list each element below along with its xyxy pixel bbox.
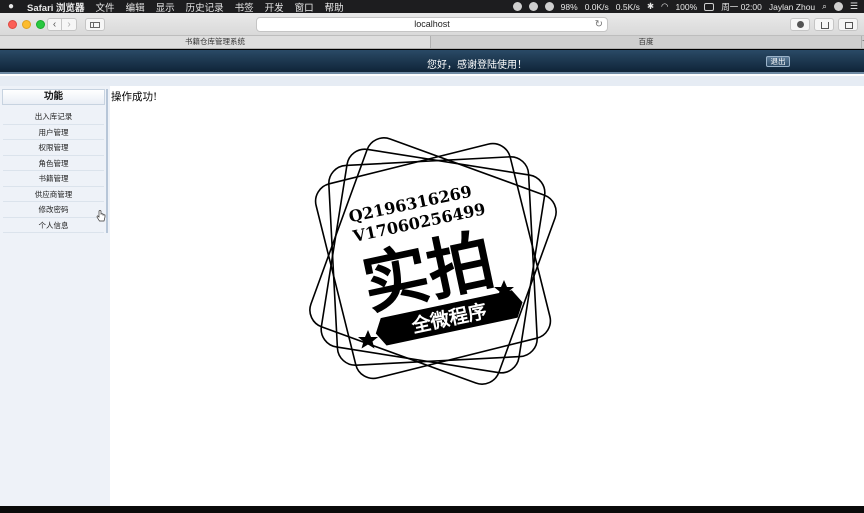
logout-button[interactable]: 退出 [766, 56, 790, 67]
screen-bottom-edge [0, 506, 864, 513]
main-content: 操作成功! Q2196316269 V17060256499 实拍 全微程序 [110, 86, 864, 506]
user-name[interactable]: Jaylan Zhou [769, 2, 815, 12]
browser-toolbar: ‹ › localhost ↻ [0, 13, 864, 36]
menu-history[interactable]: 历史记录 [186, 0, 224, 14]
menu-edit[interactable]: 编辑 [126, 0, 145, 14]
nav-buttons: ‹ › [47, 18, 77, 31]
hand-cursor-icon [96, 210, 106, 222]
clock[interactable]: 周一 02:00 [721, 1, 762, 13]
toolbar-right [790, 18, 858, 31]
operation-success-message: 操作成功! [111, 91, 158, 103]
fullscreen-window-button[interactable] [36, 20, 45, 29]
share-button[interactable] [814, 18, 834, 31]
tab-bar: 书籍仓库管理系统 百度 + [0, 36, 864, 49]
sidebar-item-stock-records[interactable]: 出入库记录 [3, 109, 104, 125]
menu-help[interactable]: 帮助 [325, 0, 344, 14]
bluetooth-icon[interactable]: ✱ [647, 1, 654, 12]
sidebar-icon [90, 22, 100, 28]
wifi-icon[interactable]: ◠ [661, 1, 668, 12]
apple-icon[interactable]: ● [6, 1, 16, 12]
sidebar-list: 出入库记录 用户管理 权限管理 角色管理 书籍管理 供应商管理 修改密码 个人信… [1, 109, 106, 233]
sidebar-item-personal-info[interactable]: 个人信息 [3, 218, 104, 233]
minimize-window-button[interactable] [22, 20, 31, 29]
sidebar-title: 功能 [2, 89, 105, 105]
sidebar-item-book-management[interactable]: 书籍管理 [3, 171, 104, 187]
address-text: localhost [414, 19, 450, 29]
sidebar-item-permission-management[interactable]: 权限管理 [3, 140, 104, 156]
siri-icon[interactable] [833, 2, 843, 11]
sidebar-item-change-password[interactable]: 修改密码 [3, 202, 104, 218]
sidebar-item-user-management[interactable]: 用户管理 [3, 125, 104, 140]
wechat-icon[interactable] [528, 2, 538, 11]
watermark-stamp: Q2196316269 V17060256499 实拍 全微程序 [309, 137, 557, 385]
menu-window[interactable]: 窗口 [295, 0, 314, 14]
downloads-button[interactable] [790, 18, 810, 31]
reload-icon[interactable]: ↻ [595, 18, 603, 31]
battery-left-status[interactable]: 98% [561, 2, 578, 12]
mac-menu-bar: ● Safari 浏览器 文件 编辑 显示 历史记录 书签 开发 窗口 帮助 9… [0, 0, 864, 14]
menu-bookmarks[interactable]: 书签 [235, 0, 254, 14]
battery-icon[interactable] [704, 2, 715, 11]
chevron-left-icon: ‹ [52, 19, 57, 30]
menu-file[interactable]: 文件 [96, 0, 115, 14]
address-bar[interactable]: localhost ↻ [256, 17, 608, 32]
back-button[interactable]: ‹ [47, 18, 62, 31]
sidebar: 功能 出入库记录 用户管理 权限管理 角色管理 书籍管理 供应商管理 修改密码 … [0, 86, 110, 506]
spotlight-icon[interactable]: ⌕ [822, 1, 827, 12]
record-icon[interactable] [512, 2, 522, 11]
notification-center-icon[interactable]: ☰ [850, 1, 858, 12]
header-subbar [0, 76, 864, 86]
network-down: 0.5K/s [615, 1, 640, 12]
show-tabs-button[interactable] [838, 18, 858, 31]
sidebar-item-role-management[interactable]: 角色管理 [3, 156, 104, 171]
welcome-message: 您好，感谢登陆使用！ [427, 60, 527, 71]
battery-status[interactable]: 100% [675, 2, 697, 12]
network-up: 0.0K/s [584, 1, 609, 12]
forward-button[interactable]: › [62, 18, 77, 31]
sidebar-item-supplier-management[interactable]: 供应商管理 [3, 187, 104, 202]
chevron-right-icon: › [67, 19, 71, 30]
tab-baidu[interactable]: 百度 [431, 36, 862, 48]
sidebar-menu: 功能 出入库记录 用户管理 权限管理 角色管理 书籍管理 供应商管理 修改密码 … [1, 89, 108, 233]
close-window-button[interactable] [8, 20, 17, 29]
web-page: 您好，感谢登陆使用！ 退出 功能 出入库记录 用户管理 权限管理 角色管理 书籍… [0, 50, 864, 506]
qq-icon[interactable] [544, 2, 554, 11]
tab-book-warehouse[interactable]: 书籍仓库管理系统 [0, 36, 431, 48]
menu-view[interactable]: 显示 [156, 0, 175, 14]
menu-develop[interactable]: 开发 [265, 0, 284, 14]
menu-app-name[interactable]: Safari 浏览器 [27, 0, 85, 14]
sidebar-toggle-button[interactable] [85, 18, 105, 31]
window-controls [8, 20, 45, 29]
page-header: 您好，感谢登陆使用！ 退出 [0, 50, 864, 74]
